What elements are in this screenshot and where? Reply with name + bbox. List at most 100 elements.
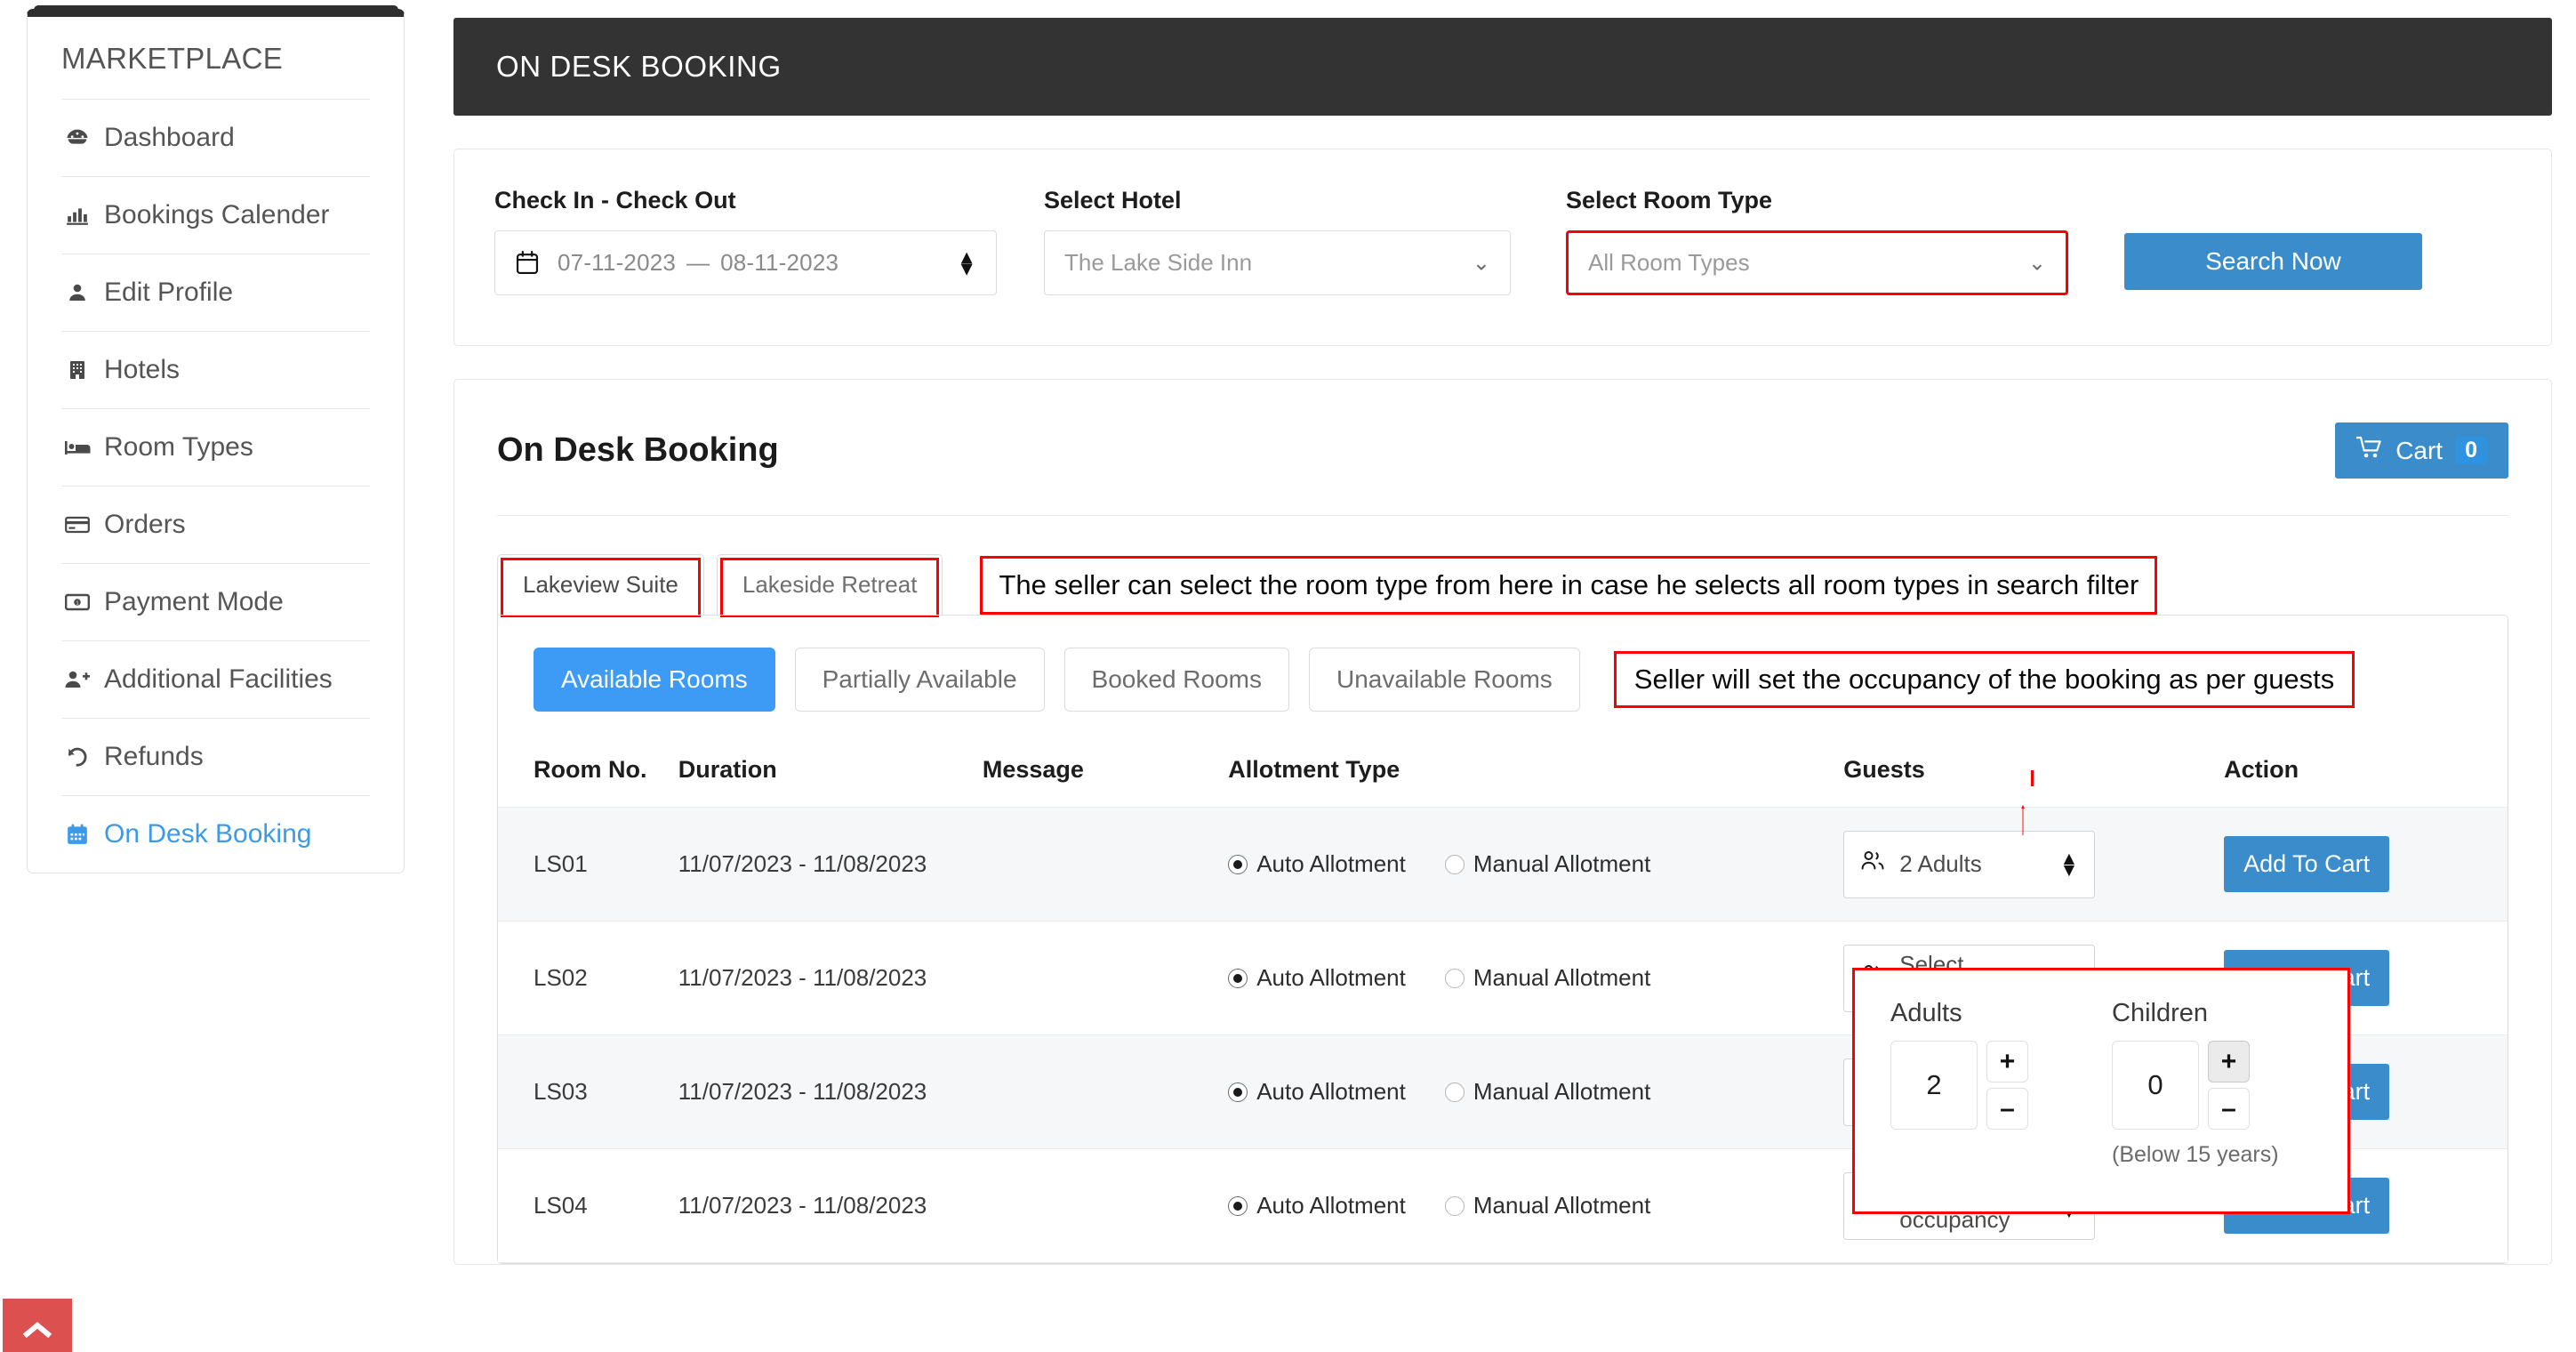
sidebar-item-room-types[interactable]: Room Types [61, 408, 370, 486]
status-tab-unavailable-rooms[interactable]: Unavailable Rooms [1308, 648, 1580, 712]
radio-label-manual: Manual Allotment [1473, 850, 1651, 877]
chevron-down-icon: ⌄ [2027, 251, 2046, 275]
sidebar-item-dashboard[interactable]: Dashboard [61, 99, 370, 176]
adults-decrement-button[interactable]: – [1986, 1088, 2028, 1130]
radio-auto-allotment[interactable] [1228, 1195, 1248, 1216]
cell-message [982, 1148, 1229, 1263]
date-range-input[interactable]: 07-11-2023 — 08-11-2023 ▲ ▼ [494, 230, 997, 295]
select-room-type-dropdown[interactable]: All Room Types ⌄ [1566, 230, 2068, 295]
radio-label-auto: Auto Allotment [1256, 1078, 1406, 1105]
column-header-room-no: Room No. [498, 745, 678, 808]
children-stepper-buttons: + – [2208, 1041, 2250, 1130]
guests-value: 2 Adults [1899, 850, 1982, 877]
booking-section-title: On Desk Booking [497, 431, 779, 469]
rooms-table-head: Room No. Duration Message Allotment Type… [498, 745, 2508, 808]
add-to-cart-button[interactable]: Add To Cart [2224, 836, 2390, 892]
date-range-separator: — [686, 249, 710, 276]
radio-auto-allotment[interactable] [1228, 1082, 1248, 1102]
sidebar-item-label: Additional Facilities [104, 664, 333, 694]
user-icon [63, 281, 92, 304]
cell-duration: 11/07/2023 - 11/08/2023 [678, 1148, 983, 1263]
checkin-date-value: 07-11-2023 [558, 249, 677, 276]
annotation-guide-line [2031, 770, 2034, 786]
allotment-radio-group: Auto Allotment Manual Allotment [1228, 1078, 1843, 1106]
sidebar-item-label: Hotels [104, 355, 181, 384]
cell-guests: 2 Adults ▲ ▼ [1843, 807, 2225, 921]
room-type-tab-lakeview-suite[interactable]: Lakeview Suite [497, 554, 704, 617]
cell-room-no: LS01 [498, 807, 678, 921]
table-row: LS01 11/07/2023 - 11/08/2023 Auto Allotm… [498, 807, 2508, 921]
undo-icon [63, 745, 92, 769]
status-tab-available-rooms[interactable]: Available Rooms [534, 648, 775, 712]
sidebar-item-on-desk-booking[interactable]: On Desk Booking [61, 795, 370, 873]
select-hotel-dropdown[interactable]: The Lake Side Inn ⌄ [1044, 230, 1511, 295]
sidebar-item-label: Orders [104, 510, 186, 539]
select-room-type-field: Select Room Type All Room Types ⌄ [1566, 187, 2068, 295]
bed-icon [63, 437, 92, 458]
children-age-note: (Below 15 years) [2112, 1142, 2279, 1167]
adults-increment-button[interactable]: + [1986, 1041, 2028, 1082]
cell-duration: 11/07/2023 - 11/08/2023 [678, 921, 983, 1035]
radio-auto-allotment[interactable] [1228, 968, 1248, 988]
sidebar-item-hotels[interactable]: Hotels [61, 331, 370, 408]
radio-auto-allotment[interactable] [1228, 854, 1248, 874]
radio-label-auto: Auto Allotment [1256, 964, 1406, 991]
page-header: ON DESK BOOKING [453, 18, 2552, 116]
status-tab-booked-rooms[interactable]: Booked Rooms [1063, 648, 1289, 712]
cell-allotment-type: Auto Allotment Manual Allotment [1228, 807, 1844, 921]
radio-manual-allotment[interactable] [1444, 1195, 1465, 1216]
sidebar-item-label: Payment Mode [104, 587, 284, 616]
room-type-tab-lakeside-retreat[interactable]: Lakeside Retreat [716, 554, 943, 617]
sidebar-item-orders[interactable]: Orders [61, 486, 370, 563]
sidebar: MARKETPLACE Dashboard Bookings Calender … [27, 9, 405, 873]
search-now-button[interactable]: Search Now [2124, 233, 2422, 290]
adults-stepper: 2 + – [1890, 1041, 2028, 1130]
adults-stepper-buttons: + – [1986, 1041, 2028, 1130]
cell-duration: 11/07/2023 - 11/08/2023 [678, 1034, 983, 1149]
room-type-tab-label: Lakeside Retreat [742, 571, 918, 598]
annotation-arrow-icon [2021, 804, 2025, 836]
search-filter-card: Check In - Check Out 07-11-2023 — 08-11-… [453, 149, 2552, 346]
cell-room-no: LS02 [498, 921, 678, 1035]
status-tab-partially-available[interactable]: Partially Available [794, 648, 1045, 712]
stepper-arrows-icon[interactable]: ▲▼ [957, 247, 976, 278]
sidebar-item-edit-profile[interactable]: Edit Profile [61, 254, 370, 331]
cell-room-no: LS03 [498, 1034, 678, 1149]
room-type-tabs: Lakeview Suite Lakeside Retreat The sell… [454, 516, 2551, 617]
radio-manual-allotment[interactable] [1444, 854, 1465, 874]
sidebar-item-refunds[interactable]: Refunds [61, 718, 370, 795]
cart-label: Cart [2395, 436, 2444, 464]
children-decrement-button[interactable]: – [2208, 1088, 2250, 1130]
checkout-date-value: 08-11-2023 [720, 249, 839, 276]
children-value[interactable]: 0 [2112, 1041, 2199, 1130]
sidebar-item-payment-mode[interactable]: 1 Payment Mode [61, 563, 370, 640]
cell-allotment-type: Auto Allotment Manual Allotment [1228, 921, 1844, 1035]
calendar-icon [63, 823, 92, 846]
adults-stepper-group: Adults 2 + – [1890, 999, 2028, 1168]
sidebar-item-label: Dashboard [104, 123, 235, 152]
occupancy-columns: Adults 2 + – Children 0 + – (Below 15 ye… [1890, 999, 2312, 1168]
user-plus-icon [63, 668, 92, 691]
sidebar-item-label: On Desk Booking [104, 819, 312, 849]
guests-occupancy-select[interactable]: 2 Adults ▲ ▼ [1843, 830, 2096, 898]
adults-value[interactable]: 2 [1890, 1041, 1978, 1130]
children-increment-button[interactable]: + [2208, 1041, 2250, 1082]
sidebar-item-additional-facilities[interactable]: Additional Facilities [61, 640, 370, 718]
column-header-message: Message [982, 745, 1229, 808]
radio-manual-allotment[interactable] [1444, 1082, 1465, 1102]
radio-label-auto: Auto Allotment [1256, 850, 1406, 877]
sidebar-item-bookings-calender[interactable]: Bookings Calender [61, 176, 370, 254]
children-stepper-group: Children 0 + – (Below 15 years) [2112, 999, 2279, 1168]
allotment-radio-group: Auto Allotment Manual Allotment [1228, 1192, 1843, 1219]
cell-allotment-type: Auto Allotment Manual Allotment [1228, 1034, 1844, 1149]
checkin-checkout-field: Check In - Check Out 07-11-2023 — 08-11-… [494, 187, 997, 295]
dashboard-icon [63, 125, 92, 150]
app-root: MARKETPLACE Dashboard Bookings Calender … [0, 0, 2576, 1352]
cart-button[interactable]: Cart 0 [2335, 422, 2508, 479]
radio-label-manual: Manual Allotment [1473, 1078, 1651, 1105]
stepper-arrows-icon[interactable]: ▲▼ [2059, 849, 2078, 879]
scroll-to-top-button[interactable] [3, 1299, 72, 1352]
radio-manual-allotment[interactable] [1444, 968, 1465, 988]
sidebar-title: MARKETPLACE [61, 42, 284, 75]
money-bill-icon: 1 [63, 592, 92, 612]
